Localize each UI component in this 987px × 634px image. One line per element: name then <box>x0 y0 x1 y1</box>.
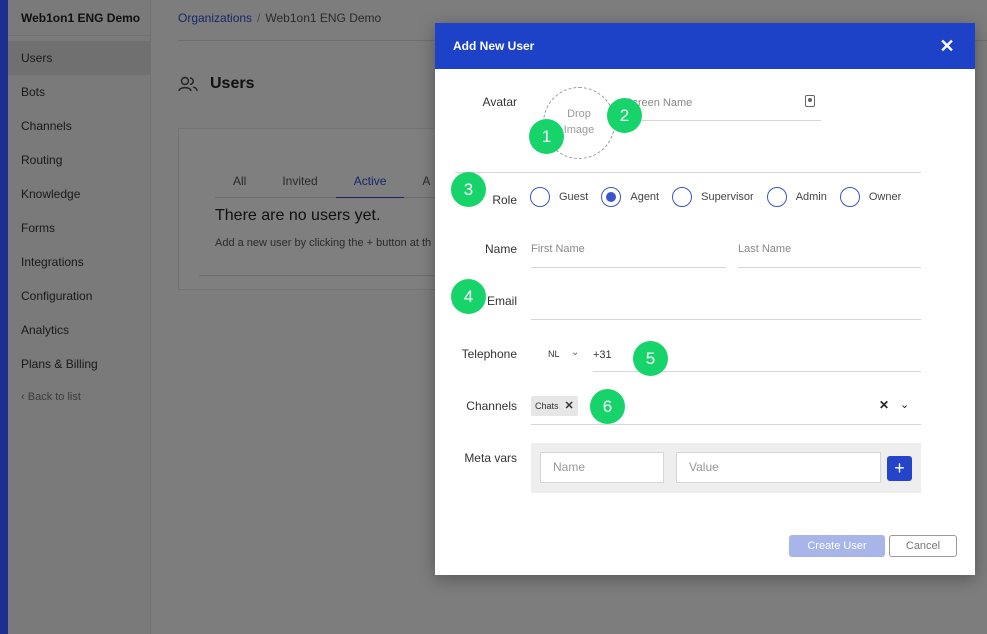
clear-icon[interactable]: ✕ <box>879 398 889 412</box>
last-name-input[interactable]: Last Name <box>738 243 791 255</box>
chevron-down-icon[interactable]: ⌄ <box>900 398 909 411</box>
modal-title: Add New User <box>453 39 535 53</box>
meta-value-input[interactable]: Value <box>676 452 881 483</box>
radio-circle <box>672 187 693 207</box>
annotation-badge-1: 1 <box>529 119 564 154</box>
channel-chip: Chats ✕ <box>531 396 578 416</box>
role-guest-radio[interactable]: Guest <box>530 187 588 207</box>
modal-header: Add New User ✕ <box>435 23 975 69</box>
last-name-underline <box>738 267 921 268</box>
name-label: Name <box>484 242 517 256</box>
role-owner-radio[interactable]: Owner <box>839 187 902 207</box>
role-agent-radio[interactable]: Agent <box>601 187 659 207</box>
annotation-badge-4: 4 <box>451 279 486 314</box>
channels-underline <box>531 424 921 425</box>
radio-circle <box>766 187 787 207</box>
annotation-badge-3: 3 <box>451 172 486 207</box>
contact-card-icon[interactable] <box>805 95 815 107</box>
remove-chip-icon[interactable]: ✕ <box>565 396 574 416</box>
radio-circle <box>530 187 550 207</box>
channel-chip-label: Chats <box>535 401 559 411</box>
drop-line-1: Drop <box>567 108 591 120</box>
annotation-badge-5: 5 <box>633 341 668 376</box>
role-admin-label: Admin <box>795 191 827 203</box>
role-radio-group: Guest Agent Supervisor Admin Owner <box>530 187 914 207</box>
left-edge-strip <box>0 0 8 634</box>
role-guest-label: Guest <box>559 191 589 203</box>
section-divider <box>455 172 921 173</box>
role-owner-label: Owner <box>868 191 902 203</box>
create-user-button[interactable]: Create User <box>789 535 885 557</box>
role-agent-label: Agent <box>630 191 660 203</box>
role-supervisor-radio[interactable]: Supervisor <box>672 187 754 207</box>
first-name-input[interactable]: First Name <box>531 243 585 255</box>
meta-name-input[interactable]: Name <box>540 452 664 483</box>
telephone-label: Telephone <box>461 347 517 361</box>
annotation-badge-6: 6 <box>590 389 625 424</box>
radio-circle-checked <box>601 187 622 207</box>
first-name-underline <box>531 267 726 268</box>
add-meta-var-button[interactable]: + <box>887 456 912 481</box>
channels-label: Channels <box>466 399 517 413</box>
screen-name-underline <box>621 120 821 121</box>
email-field[interactable] <box>531 319 921 320</box>
add-user-modal: Add New User ✕ Avatar Drop Image Screen … <box>435 23 975 575</box>
country-select[interactable]: NL <box>548 349 560 359</box>
avatar-label: Avatar <box>482 95 517 109</box>
meta-vars-label: Meta vars <box>464 451 517 465</box>
chevron-down-icon[interactable]: ⌄ <box>571 347 579 358</box>
radio-circle <box>839 187 860 207</box>
meta-vars-box: Name Value + <box>531 443 921 493</box>
cancel-button[interactable]: Cancel <box>889 535 957 557</box>
annotation-badge-2: 2 <box>607 98 642 133</box>
close-icon[interactable]: ✕ <box>937 36 957 56</box>
role-admin-radio[interactable]: Admin <box>766 187 827 207</box>
telephone-input[interactable]: +31 <box>593 349 612 361</box>
role-supervisor-label: Supervisor <box>701 191 754 203</box>
